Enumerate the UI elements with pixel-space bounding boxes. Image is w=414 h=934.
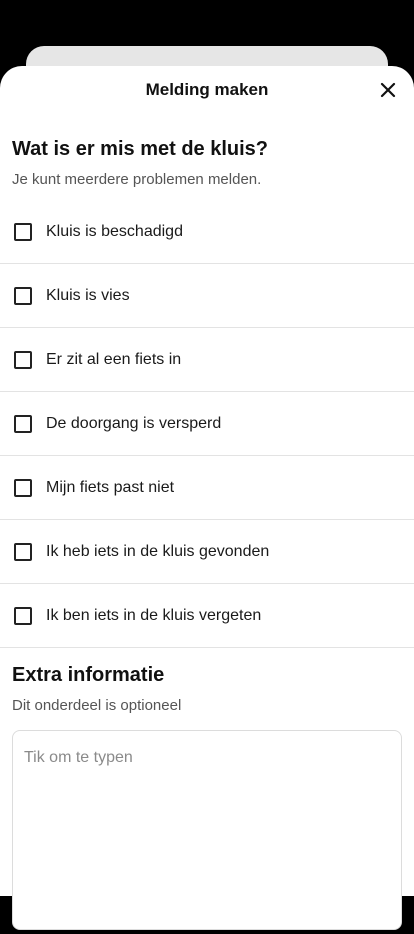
checkbox[interactable]: [14, 542, 32, 561]
checkbox[interactable]: [14, 414, 32, 433]
sheet-header: Melding maken: [0, 66, 414, 114]
problems-subtitle: Je kunt meerdere problemen melden.: [12, 171, 262, 188]
checkbox[interactable]: [14, 350, 32, 369]
checkbox[interactable]: [14, 286, 32, 305]
checkbox[interactable]: [14, 222, 32, 241]
extra-info-input[interactable]: [13, 731, 401, 929]
close-icon: [380, 82, 396, 98]
checkbox[interactable]: [14, 606, 32, 625]
option-does-not-fit[interactable]: Mijn fiets past niet: [0, 456, 414, 520]
option-label: Mijn fiets past niet: [46, 478, 175, 496]
option-damaged[interactable]: Kluis is beschadigd: [0, 200, 414, 264]
option-dirty[interactable]: Kluis is vies: [0, 264, 414, 328]
option-label: Kluis is beschadigd: [46, 222, 183, 240]
option-label: Ik ben iets in de kluis vergeten: [46, 606, 262, 624]
extra-info-field[interactable]: [12, 730, 402, 930]
option-found-item[interactable]: Ik heb iets in de kluis gevonden: [0, 520, 414, 584]
option-forgot-item[interactable]: Ik ben iets in de kluis vergeten: [0, 584, 414, 648]
close-button[interactable]: [376, 78, 400, 102]
extra-info-section: Extra informatie Dit onderdeel is option…: [0, 664, 414, 714]
option-label: De doorgang is versperd: [46, 414, 222, 432]
report-sheet: Melding maken Wat is er mis met de kluis…: [0, 66, 414, 930]
option-label: Er zit al een fiets in: [46, 350, 182, 368]
option-blocked[interactable]: De doorgang is versperd: [0, 392, 414, 456]
extra-subtitle: Dit onderdeel is optioneel: [12, 697, 182, 714]
option-occupied[interactable]: Er zit al een fiets in: [0, 328, 414, 392]
option-label: Kluis is vies: [46, 286, 130, 304]
checkbox[interactable]: [14, 478, 32, 497]
extra-title: Extra informatie: [12, 664, 165, 686]
problems-title: Wat is er mis met de kluis?: [12, 138, 269, 160]
sheet-title: Melding maken: [145, 80, 269, 99]
problem-options: Kluis is beschadigd Kluis is vies Er zit…: [0, 200, 414, 648]
option-label: Ik heb iets in de kluis gevonden: [46, 542, 270, 560]
